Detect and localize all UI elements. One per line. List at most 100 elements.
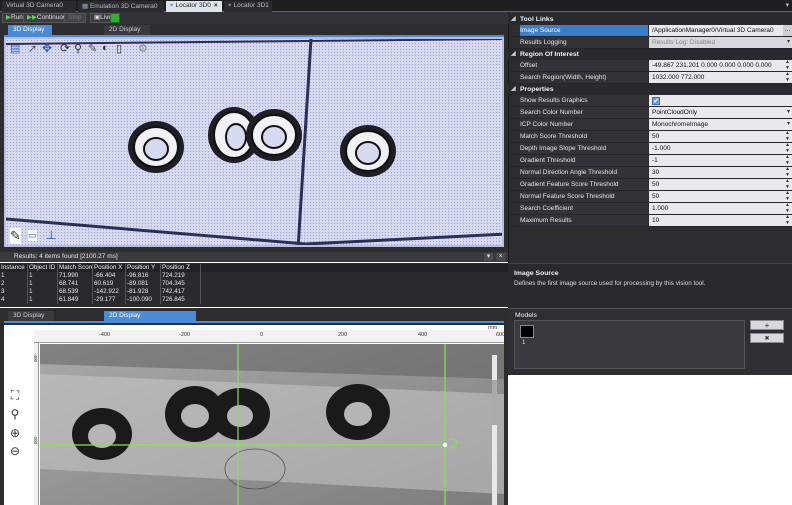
section-tool-links[interactable]: ◢ Tool Links xyxy=(508,14,792,25)
prop-value[interactable]: 50 ▲ ▼ xyxy=(649,191,792,202)
prop-search-color-number[interactable]: Search Color Number PointCloudOnly ▾ xyxy=(508,107,792,119)
scrollbar-thumb[interactable] xyxy=(492,380,497,425)
view-3d-display[interactable]: ▤ ➚ ✥ ⟳ ⚲ ✎ ◐ ▯ ⚙ ✎ ▭ ⊥ xyxy=(4,37,504,247)
column-header[interactable]: Position Z xyxy=(161,264,201,272)
prop-normal-feature-score-threshold[interactable]: Normal Feature Score Threshold 50 ▲ ▼ xyxy=(508,191,792,203)
collapse-icon: ◢ xyxy=(511,51,516,57)
table-row[interactable]: 3 1 68.539 -142.922 -81.928 742.417 xyxy=(0,288,508,296)
table-row[interactable]: 2 1 68.741 60.619 -89.081 704.345 xyxy=(0,280,508,288)
prop-value[interactable]: -49.867 231.201 0.000 0.000 0.000 0.000 ▲… xyxy=(649,60,792,71)
chevron-down-icon[interactable]: ▾ xyxy=(787,119,790,130)
settings-icon[interactable]: ⚙ xyxy=(138,42,148,55)
search-region-value: 1032.000 772.000 xyxy=(652,74,705,81)
prop-normal-direction-angle-threshold[interactable]: Normal Direction Angle Threshold 30 ▲ ▼ xyxy=(508,167,792,179)
table-cell: 68.539 xyxy=(58,288,93,296)
spinner-icon[interactable]: ▲ ▼ xyxy=(785,215,790,226)
results-close-button[interactable]: × xyxy=(496,253,505,261)
add-model-button[interactable]: + xyxy=(750,320,784,330)
section-properties[interactable]: ◢ Properties xyxy=(508,84,792,95)
table-row[interactable]: 4 1 61.849 -29.177 -100.090 726.845 xyxy=(0,296,508,304)
vertical-scrollbar[interactable] xyxy=(492,355,497,505)
column-header[interactable]: Object ID xyxy=(28,264,58,272)
prop-value[interactable]: 50 ▲ ▼ xyxy=(649,179,792,190)
prop-value[interactable]: Results Log: Disabled ▾ xyxy=(649,37,792,48)
number-value: 50 xyxy=(652,193,660,200)
color-icon[interactable]: ◐ xyxy=(102,42,109,54)
prop-value[interactable]: -1 ▲ ▼ xyxy=(649,155,792,166)
models-list[interactable]: 1 xyxy=(514,320,745,369)
delete-model-button[interactable]: ✖ xyxy=(750,333,784,343)
prop-value[interactable]: MonochromeImage ▾ xyxy=(649,119,792,130)
column-header[interactable]: Position Y xyxy=(126,264,161,272)
tab-overflow-icon[interactable]: ▾ xyxy=(785,1,789,9)
prop-value[interactable]: -1.000 ▲ ▼ xyxy=(649,143,792,154)
prop-maximum-results[interactable]: Maximum Results 10 ▲ ▼ xyxy=(508,215,792,227)
axis-icon[interactable]: ⊥ xyxy=(46,228,56,242)
spinner-icon[interactable]: ▲ ▼ xyxy=(785,191,790,202)
number-value: 10 xyxy=(652,217,660,224)
prop-match-score-threshold[interactable]: Match Score Threshold 50 ▲ ▼ xyxy=(508,131,792,143)
roi-handle[interactable] xyxy=(442,442,448,448)
prop-results-logging[interactable]: Results Logging Results Log: Disabled ▾ xyxy=(508,37,792,49)
prop-offset[interactable]: Offset -49.867 231.201 0.000 0.000 0.000… xyxy=(508,60,792,72)
column-header[interactable]: Match Score xyxy=(58,264,93,272)
document-icon[interactable]: ▯ xyxy=(116,42,122,55)
prop-value[interactable]: 50 ▲ ▼ xyxy=(649,131,792,142)
spinner-icon[interactable]: ▲ ▼ xyxy=(785,143,790,154)
view-2d-display[interactable]: -400 -200 0 200 400 600 mm -400 -200 ⛶ ⚲… xyxy=(4,325,504,505)
tab-locator-3d1[interactable]: ⌖ Locator 3D1 xyxy=(224,1,272,12)
prop-gradient-feature-score-threshold[interactable]: Gradient Feature Score Threshold 50 ▲ ▼ xyxy=(508,179,792,191)
spinner-icon[interactable]: ▲ ▼ xyxy=(785,72,790,83)
section-region-of-interest[interactable]: ◢ Region Of Interest xyxy=(508,49,792,60)
layout-icon[interactable]: ▤ xyxy=(10,42,20,55)
spinner-icon[interactable]: ▲ ▼ xyxy=(785,203,790,214)
results-pin-button[interactable]: ▾ xyxy=(484,253,493,261)
prop-value[interactable]: 30 ▲ ▼ xyxy=(649,167,792,178)
fit-to-window-icon[interactable]: ⛶ xyxy=(8,388,22,402)
prop-value[interactable]: 10 ▲ ▼ xyxy=(649,215,792,226)
prop-icp-color-number[interactable]: ICP Color Number MonochromeImage ▾ xyxy=(508,119,792,131)
spinner-icon[interactable]: ▲ ▼ xyxy=(785,131,790,142)
checkbox-checked-icon[interactable]: ✔ xyxy=(652,97,660,105)
table-row[interactable]: 1 1 71.990 -66.404 -96.816 724.219 xyxy=(0,272,508,280)
stop-button[interactable]: Stop xyxy=(64,13,86,23)
column-header[interactable]: Instance xyxy=(0,264,28,272)
close-icon[interactable]: × xyxy=(214,2,218,9)
browse-button[interactable]: … xyxy=(783,25,792,36)
tab-virtual-3d-camera0[interactable]: Virtual 3D Camera0 xyxy=(2,1,76,12)
prop-value[interactable]: PointCloudOnly ▾ xyxy=(649,107,792,118)
prop-depth-image-slope-threshold[interactable]: Depth Image Slope Threshold -1.000 ▲ ▼ xyxy=(508,143,792,155)
scale-bar-icon[interactable]: ▭ xyxy=(28,230,37,241)
prop-value[interactable]: /ApplicationManager0/Virtual 3D Camera0… xyxy=(649,25,792,36)
model-thumbnail[interactable] xyxy=(520,325,534,338)
spinner-icon[interactable]: ▲ ▼ xyxy=(785,155,790,166)
prop-value[interactable]: ✔ xyxy=(649,95,792,106)
pointer-icon[interactable]: ➚ xyxy=(28,42,37,55)
prop-value[interactable]: 1032.000 772.000 ▲ ▼ xyxy=(649,72,792,83)
spinner-icon[interactable]: ▲ ▼ xyxy=(785,167,790,178)
brush-icon[interactable]: ✎ xyxy=(88,42,97,55)
prop-search-region[interactable]: Search Region(Width, Height) 1032.000 77… xyxy=(508,72,792,84)
spinner-icon[interactable]: ▲ ▼ xyxy=(785,179,790,190)
column-header[interactable]: Position X xyxy=(93,264,126,272)
grid-icon: ▦ xyxy=(82,3,90,10)
pan-icon[interactable]: ✥ xyxy=(42,41,52,55)
prop-search-coefficient[interactable]: Search Coefficient 1.000 ▲ ▼ xyxy=(508,203,792,215)
zoom-icon[interactable]: ⚲ xyxy=(74,42,82,55)
prop-show-results-graphics[interactable]: Show Results Graphics ✔ xyxy=(508,95,792,107)
prop-value[interactable]: 1.000 ▲ ▼ xyxy=(649,203,792,214)
chevron-down-icon[interactable]: ▾ xyxy=(787,37,790,48)
zoom-out-icon[interactable]: ⊖ xyxy=(8,444,22,458)
zoom-in-icon[interactable]: ⊕ xyxy=(8,426,22,440)
zoom-region-icon[interactable]: ⚲ xyxy=(8,407,22,421)
tab-emulation-3d-camera0[interactable]: ▦ Emulation 3D Camera0 xyxy=(78,1,164,12)
chevron-down-icon[interactable]: ▾ xyxy=(787,107,790,118)
run-label: Run xyxy=(11,14,23,21)
prop-gradient-threshold[interactable]: Gradient Threshold -1 ▲ ▼ xyxy=(508,155,792,167)
prop-label: Maximum Results xyxy=(520,215,648,226)
prop-image-source[interactable]: Image Source /ApplicationManager0/Virtua… xyxy=(508,25,792,37)
spinner-icon[interactable]: ▲ ▼ xyxy=(785,60,790,71)
rotate-icon[interactable]: ⟳ xyxy=(60,41,70,55)
tab-locator-3d0[interactable]: ⌖ Locator 3D0 × xyxy=(166,1,222,12)
edit-icon[interactable]: ✎ xyxy=(10,228,21,244)
